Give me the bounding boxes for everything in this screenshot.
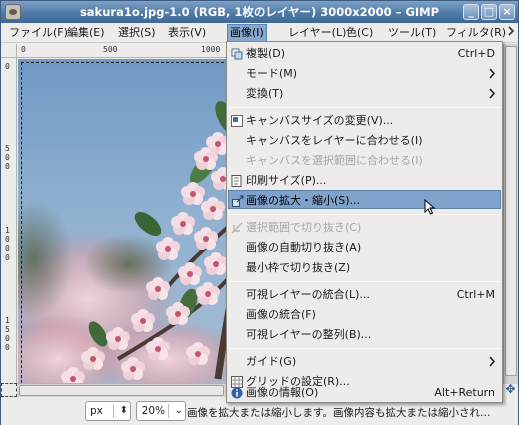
info-icon (231, 386, 243, 399)
menu-bar: ファイル(F) 編集(E) 選択(S) 表示(V) 画像(I) レイヤー(L) … (1, 23, 518, 43)
horizontal-scroll-thumb[interactable] (19, 385, 224, 396)
hruler-label-500: 500 (103, 45, 118, 54)
chevron-right-icon[interactable] (507, 25, 515, 40)
menu-item-crop-to-selection: 選択範囲で切り抜き(C) (228, 218, 501, 237)
menu-edit[interactable]: 編集(E) (65, 25, 107, 41)
menu-view[interactable]: 表示(V) (166, 25, 208, 41)
chevron-down-icon: ⌄ (174, 405, 183, 416)
menu-item-image-properties[interactable]: 画像の情報(O) Alt+Return (228, 383, 501, 402)
vertical-scrollbar[interactable] (503, 44, 518, 384)
canvas-size-icon (231, 114, 243, 127)
vruler-label-1500: 1500 (5, 316, 10, 352)
close-button[interactable]: × (499, 4, 515, 20)
crop-icon (231, 221, 243, 234)
zoom-value: 20% (141, 405, 165, 417)
minimize-button[interactable]: _ (463, 4, 479, 20)
zoom-selector[interactable]: 20% ⌄ (136, 401, 186, 421)
menu-item-duplicate[interactable]: 複製(D) Ctrl+D (228, 44, 501, 63)
chevron-right-icon (488, 84, 496, 109)
menu-file[interactable]: ファイル(F) (7, 25, 70, 41)
menu-separator (229, 214, 500, 215)
vruler-label-0: 0 (5, 62, 10, 71)
menu-item-zealous-crop[interactable]: 最小枠で切り抜き(Z) (228, 258, 501, 277)
menu-item-align-visible-layers[interactable]: 可視レイヤーの整列(B)... (228, 325, 501, 344)
print-size-icon (231, 174, 243, 187)
menu-select[interactable]: 選択(S) (116, 25, 158, 41)
menu-separator (229, 281, 500, 282)
menu-item-fit-canvas-to-selection: キャンバスを選択範囲に合わせる(I) (246, 154, 423, 167)
vruler-label-500: 500 (5, 144, 10, 171)
menu-tools[interactable]: ツール(T) (386, 25, 438, 41)
quick-mask-toggle[interactable] (1, 383, 17, 397)
hruler-label-0: 0 (21, 45, 26, 54)
menu-colors[interactable]: 色(C) (344, 25, 375, 41)
gimp-window: sakura1o.jpg-1.0 (RGB, 1枚のレイヤー) 3000x200… (0, 0, 519, 425)
hruler-label-1000: 1000 (201, 45, 221, 54)
menu-item-flatten-image[interactable]: 画像の統合(F) (228, 305, 501, 324)
spin-icon: ⬍ (119, 405, 128, 416)
title-bar: sakura1o.jpg-1.0 (RGB, 1枚のレイヤー) 3000x200… (1, 1, 518, 23)
menu-item-transform[interactable]: 変換(T) (228, 84, 501, 103)
scale-icon (232, 194, 244, 207)
menu-item-guides[interactable]: ガイド(G) (228, 352, 501, 371)
window-title: sakura1o.jpg-1.0 (RGB, 1枚のレイヤー) 3000x200… (79, 5, 440, 19)
menu-separator (229, 348, 500, 349)
vertical-scroll-thumb[interactable] (505, 46, 517, 376)
menu-item-mode[interactable]: モード(M) (228, 64, 501, 83)
menu-item-autocrop-image[interactable]: 画像の自動切り抜き(A) (228, 238, 501, 257)
menu-layer[interactable]: レイヤー(L) (286, 25, 348, 41)
menu-filters[interactable]: フィルタ(R) (444, 25, 508, 41)
menu-item-merge-visible-layers[interactable]: 可視レイヤーの統合(L)... Ctrl+M (228, 285, 501, 304)
vruler-label-1000: 1000 (5, 226, 10, 262)
maximize-button[interactable]: □ (481, 4, 497, 20)
unit-selector[interactable]: px ⬍ (85, 401, 131, 421)
menu-item-scale-image[interactable]: 画像の拡大・縮小(S)... (228, 190, 501, 209)
navigate-icon[interactable]: ✥ (503, 383, 518, 397)
unit-value: px (90, 405, 103, 417)
menu-item-fit-canvas-to-layers[interactable]: キャンバスをレイヤーに合わせる(I) (228, 131, 501, 150)
vertical-ruler[interactable]: 0 500 1000 1500 (1, 58, 17, 384)
duplicate-icon (231, 47, 243, 60)
image-menu-dropdown: 複製(D) Ctrl+D モード(M) 変換(T) キャンバスサイズの変更(V)… (226, 41, 503, 403)
menu-item-canvas-size[interactable]: キャンバスサイズの変更(V)... (228, 111, 501, 130)
mouse-cursor-icon (424, 199, 436, 215)
status-message: 画像を拡大または縮小します。画像内容も拡大または縮小され… (187, 407, 491, 419)
ruler-corner[interactable] (1, 44, 17, 58)
menu-item-print-size[interactable]: 印刷サイズ(P)... (228, 171, 501, 190)
menu-separator (229, 107, 500, 108)
